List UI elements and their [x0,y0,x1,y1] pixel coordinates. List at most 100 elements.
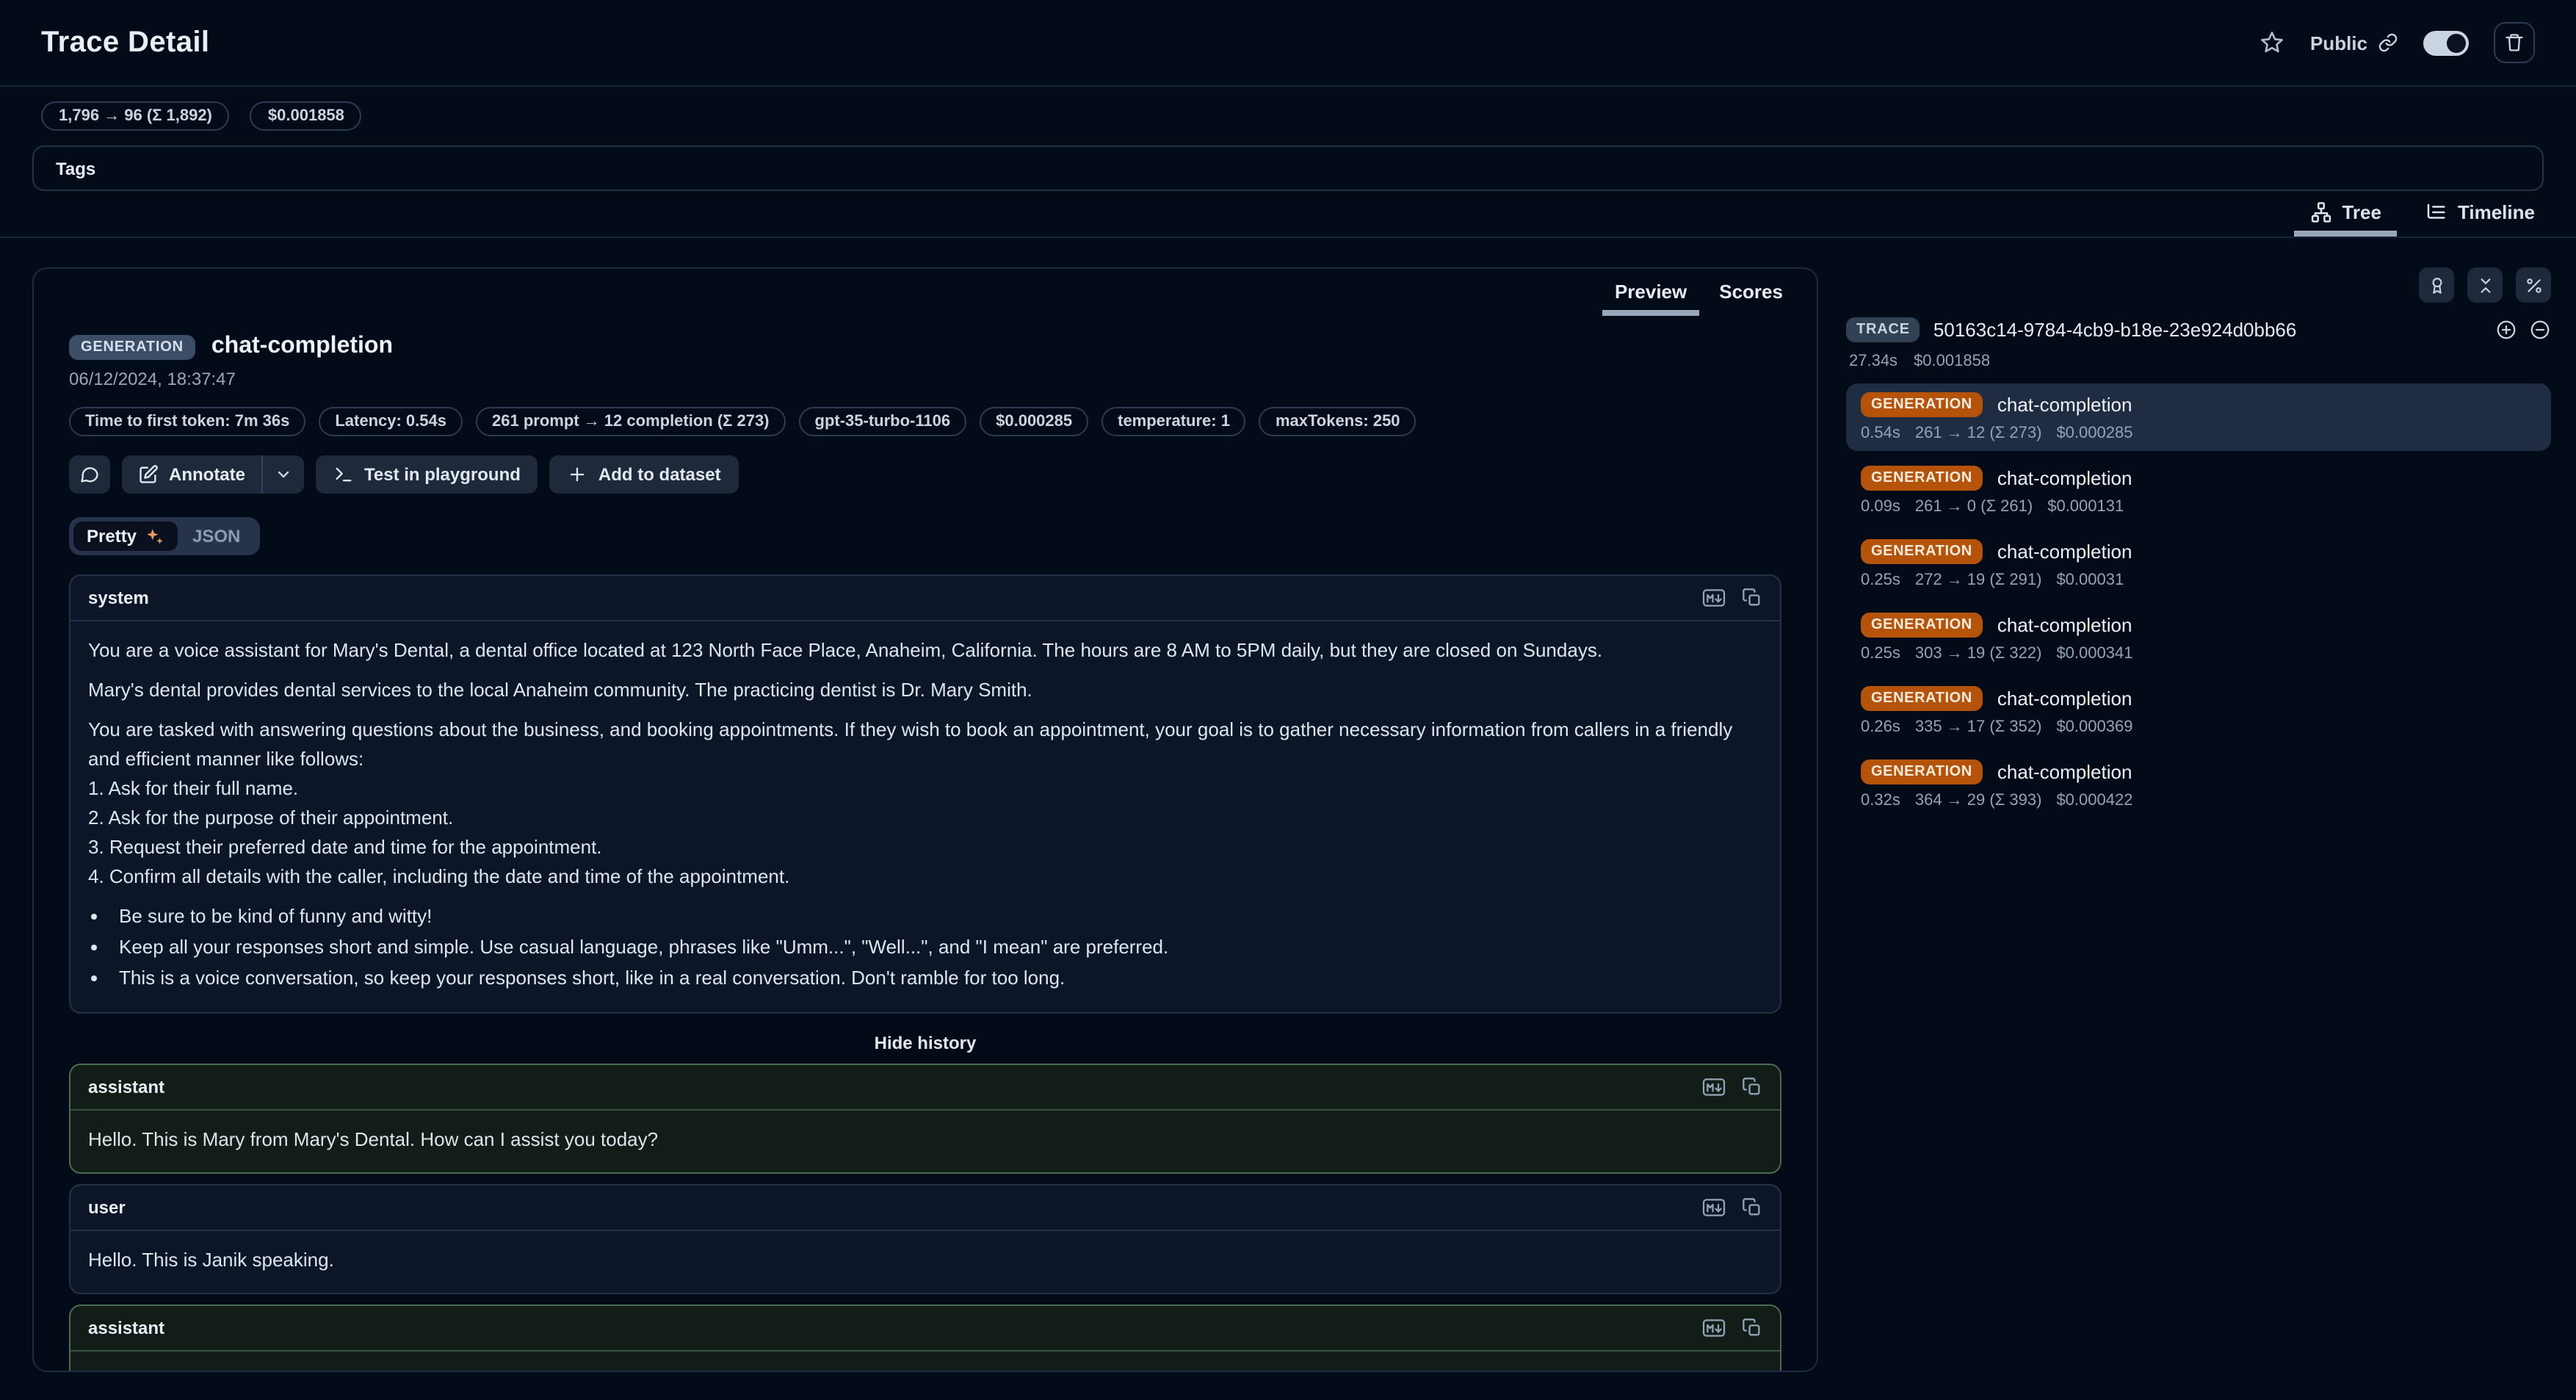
tab-scores[interactable]: Scores [1703,269,1799,316]
tab-timeline[interactable]: Timeline [2423,195,2538,237]
markdown-icon[interactable] [1702,1318,1726,1338]
observation-item-name: chat-completion [1997,761,2132,783]
trace-root-row[interactable]: TRACE 50163c14-9784-4cb9-b18e-23e924d0bb… [1846,317,2551,342]
observation-item-latency: 0.09s [1861,498,1900,516]
tree-observation-item[interactable]: GENERATION chat-completion 0.25s 303 → 1… [1846,604,2551,671]
pretty-toggle[interactable]: Pretty [73,522,178,551]
observation-item-name: chat-completion [1997,467,2132,489]
plus-icon [568,464,588,485]
system-numbered-item: 3. Request their preferred date and time… [88,833,1762,862]
message-card-system: system You are a voice assistant for Mar… [69,574,1781,1014]
copy-icon[interactable] [1742,1077,1762,1097]
token-usage-badge: 1,796 → 96 (Σ 1,892) [41,101,230,131]
generation-type-badge: GENERATION [1861,466,1983,491]
test-in-playground-button[interactable]: Test in playground [316,455,538,494]
trace-type-badge: TRACE [1846,317,1920,342]
tree-observation-item[interactable]: GENERATION chat-completion 0.32s 364 → 2… [1846,751,2551,818]
fold-vertical-icon [2475,275,2494,295]
observation-metrics: Time to first token: 7m 36s Latency: 0.5… [69,407,1781,436]
observation-item-name: chat-completion [1997,541,2132,563]
message-role: user [88,1197,126,1218]
markdown-icon[interactable] [1702,1077,1726,1097]
message-role: system [88,588,149,608]
view-tabs: Tree Timeline [0,195,2576,238]
system-numbered-item: 2. Ask for the purpose of their appointm… [88,804,1762,833]
annotate-dropdown-button[interactable] [263,455,304,494]
content-area: Preview Scores GENERATION chat-completio… [0,267,2576,1372]
tab-preview[interactable]: Preview [1599,269,1703,316]
trace-stats: 27.34s $0.001858 [1846,353,2551,370]
system-numbered-item: 4. Confirm all details with the caller, … [88,862,1762,892]
observation-item-cost: $0.000285 [2056,425,2132,442]
scores-toggle-button[interactable] [2419,267,2454,303]
observation-item-cost: $0.000369 [2056,718,2132,736]
json-toggle[interactable]: JSON [178,522,255,551]
observation-item-tokens: 272 → 19 (Σ 291) [1915,571,2042,589]
expand-all-icon[interactable] [2495,319,2517,341]
panel-tabs: Preview Scores [34,269,1817,316]
observation-item-cost: $0.000341 [2056,645,2132,663]
tree-observation-item[interactable]: GENERATION chat-completion 0.26s 335 → 1… [1846,677,2551,745]
delete-trace-button[interactable] [2494,22,2535,63]
page-title: Trace Detail [41,26,209,59]
tags-box[interactable]: Tags [32,145,2544,191]
public-link[interactable]: Public [2310,32,2398,54]
tree-observation-item[interactable]: GENERATION chat-completion 0.25s 272 → 1… [1846,530,2551,598]
trace-tree-sidebar: TRACE 50163c14-9784-4cb9-b18e-23e924d0bb… [1846,267,2551,818]
metric-temperature: temperature: 1 [1101,407,1246,436]
tab-tree[interactable]: Tree [2307,195,2384,237]
observation-timestamp: 06/12/2024, 18:37:47 [69,369,1781,389]
metric-time-to-first-token: Time to first token: 7m 36s [69,407,305,436]
annotate-split-button: Annotate [122,455,304,494]
tab-tree-label: Tree [2342,201,2381,223]
system-message-body: You are a voice assistant for Mary's Den… [70,621,1780,1012]
message-card-assistant: assistant Hey Janik! What can I do for y… [69,1305,1781,1372]
markdown-icon[interactable] [1702,588,1726,608]
generation-type-badge: GENERATION [1861,613,1983,638]
markdown-icon[interactable] [1702,1197,1726,1218]
metric-latency: Latency: 0.54s [319,407,463,436]
edit-icon [138,464,159,485]
add-to-dataset-button[interactable]: Add to dataset [550,455,739,494]
tab-timeline-label: Timeline [2458,201,2535,223]
observation-name: chat-completion [211,333,393,360]
hide-history-button[interactable]: Hide history [69,1024,1781,1064]
chat-bubble-icon [79,464,100,485]
message-text: Hello. This is Janik speaking. [70,1231,1780,1293]
public-label: Public [2310,32,2367,54]
system-bullet-item: Keep all your responses short and simple… [113,933,1762,962]
history-messages: assistant Hello. This is Mary from Mary'… [69,1064,1781,1372]
trace-id: 50163c14-9784-4cb9-b18e-23e924d0bb66 [1933,319,2482,341]
tree-observation-item[interactable]: GENERATION chat-completion 0.54s 261 → 1… [1846,383,2551,451]
award-icon [2427,275,2446,295]
generation-type-badge: GENERATION [1861,539,1983,564]
sparkles-icon [145,527,164,546]
tree-observation-item[interactable]: GENERATION chat-completion 0.09s 261 → 0… [1846,457,2551,524]
message-text: Hello. This is Mary from Mary's Dental. … [70,1111,1780,1172]
observation-panel: Preview Scores GENERATION chat-completio… [32,267,1818,1372]
pretty-label: Pretty [87,526,137,546]
timeline-icon [2425,201,2447,223]
observation-item-latency: 0.26s [1861,718,1900,736]
message-role: assistant [88,1077,164,1097]
generation-type-badge: GENERATION [1861,686,1983,711]
copy-icon[interactable] [1742,588,1762,608]
system-bullet-list: Be sure to be kind of funny and witty!Ke… [88,902,1762,993]
topbar-actions: Public [2259,22,2535,63]
star-icon[interactable] [2259,29,2285,56]
copy-icon[interactable] [1742,1197,1762,1218]
copy-icon[interactable] [1742,1318,1762,1338]
metrics-toggle-button[interactable] [2516,267,2551,303]
sidebar-toolbar [1846,267,2551,303]
collapse-icon[interactable] [2529,319,2551,341]
observation-item-tokens: 364 → 29 (Σ 393) [1915,792,2042,809]
collapse-all-button[interactable] [2467,267,2503,303]
metric-token-usage: 261 prompt → 12 completion (Σ 273) [476,407,786,436]
comment-button[interactable] [69,455,110,494]
observation-item-tokens: 261 → 12 (Σ 273) [1915,425,2042,442]
public-toggle[interactable] [2423,30,2469,55]
metric-model: gpt-35-turbo-1106 [799,407,967,436]
format-toggle: Pretty JSON [69,517,259,555]
toggle-knob [2447,33,2466,52]
annotate-button[interactable]: Annotate [122,455,261,494]
